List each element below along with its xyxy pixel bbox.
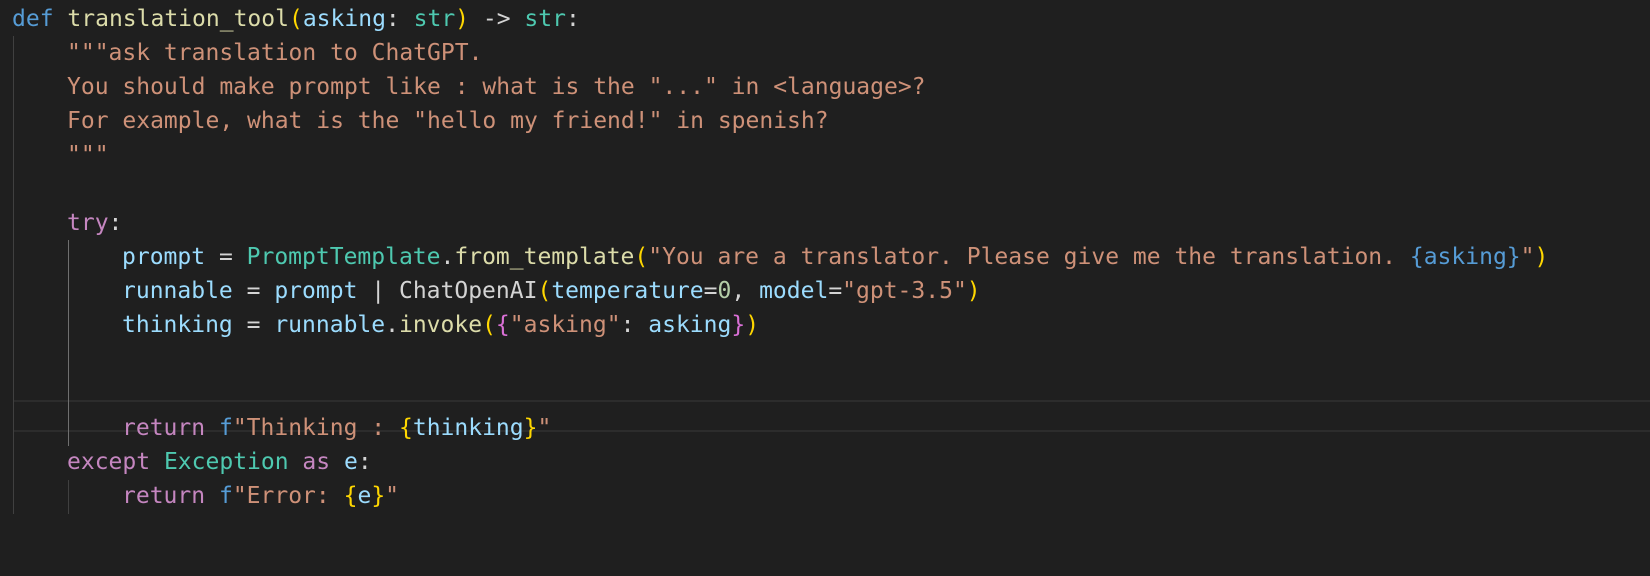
dict-value: asking — [648, 312, 732, 338]
except-keyword: except — [67, 449, 151, 475]
assign: = — [232, 312, 275, 338]
open-paren: ( — [288, 6, 303, 32]
code-line-return-error[interactable]: return f"Error: {e}" — [122, 478, 399, 514]
try-keyword: try — [67, 210, 109, 236]
close-brace: } — [371, 483, 386, 509]
fstring-text: "Thinking : — [232, 415, 399, 441]
assign: = — [828, 278, 843, 304]
string-end: " — [537, 415, 552, 441]
code-line-def[interactable]: def translation_tool(asking: str) -> str… — [12, 1, 580, 37]
close-brace: } — [731, 312, 746, 338]
return-keyword: return — [122, 415, 206, 441]
open-brace: { — [398, 415, 413, 441]
assign: = — [232, 278, 275, 304]
string-end: " — [385, 483, 400, 509]
fstring-prefix: f — [218, 483, 233, 509]
dict-key: "asking" — [509, 312, 621, 338]
code-line-prompt[interactable]: prompt = PromptTemplate.from_template("Y… — [122, 239, 1548, 275]
function-name: translation_tool — [67, 6, 289, 32]
class-exception: Exception — [163, 449, 289, 475]
docstring-line-2[interactable]: You should make prompt like : what is th… — [67, 69, 926, 105]
code-line-thinking[interactable]: thinking = runnable.invoke({"asking": as… — [122, 307, 759, 343]
fstring-text: "Error: — [232, 483, 344, 509]
code-editor[interactable]: def translation_tool(asking: str) -> str… — [0, 0, 1650, 576]
close-brace: } — [523, 415, 538, 441]
docstring-line-3[interactable]: For example, what is the "hello my frien… — [67, 103, 829, 139]
return-type: str — [524, 6, 566, 32]
var-e: e — [343, 449, 358, 475]
open-paren: ( — [537, 278, 552, 304]
param-type: str — [413, 6, 456, 32]
var-runnable: runnable — [122, 278, 233, 304]
kwarg-model: model — [759, 278, 829, 304]
param-asking: asking — [302, 6, 386, 32]
code-line-except[interactable]: except Exception as e: — [67, 444, 372, 480]
var-runnable-ref: runnable — [274, 312, 386, 338]
comma: , — [731, 278, 760, 304]
open-brace: { — [343, 483, 358, 509]
open-brace: { — [495, 312, 510, 338]
indent-guide-except — [68, 480, 69, 514]
open-paren: ( — [482, 312, 496, 338]
fstring-prefix: f — [218, 415, 233, 441]
code-line-return-thinking[interactable]: return f"Thinking : {thinking}" — [122, 410, 551, 446]
colon: : — [108, 210, 123, 236]
code-line-runnable[interactable]: runnable = prompt | ChatOpenAI(temperatu… — [122, 273, 981, 309]
pipe-operator: | — [357, 278, 399, 304]
template-string: "You are a translator. Please give me th… — [648, 244, 1410, 270]
var-prompt: prompt — [122, 244, 206, 270]
var-prompt-ref: prompt — [274, 278, 358, 304]
assign: = — [703, 278, 718, 304]
method-from-template: from_template — [454, 244, 635, 270]
close-paren: ) — [455, 6, 470, 32]
assign: = — [205, 244, 247, 270]
model-string: "gpt-3.5" — [842, 278, 967, 304]
colon: : — [620, 312, 649, 338]
dot: . — [385, 312, 399, 338]
close-paren: ) — [1534, 244, 1549, 270]
code-line-try[interactable]: try: — [67, 205, 122, 241]
indent-guide-try — [68, 240, 69, 446]
string-end: " — [1520, 244, 1535, 270]
docstring-line-4[interactable]: """ — [67, 137, 109, 173]
number-zero: 0 — [717, 278, 732, 304]
kwarg-temperature: temperature — [551, 278, 704, 304]
colon: : — [385, 6, 414, 32]
return-keyword: return — [122, 483, 206, 509]
return-arrow: -> — [469, 6, 525, 32]
template-placeholder: {asking} — [1409, 244, 1521, 270]
open-paren: ( — [634, 244, 649, 270]
class-prompttemplate: PromptTemplate — [246, 244, 441, 270]
colon: : — [565, 6, 580, 32]
fstring-var: e — [357, 483, 372, 509]
docstring-line-1[interactable]: """ask translation to ChatGPT. — [67, 35, 482, 71]
fstring-var: thinking — [412, 415, 524, 441]
indent-guide-function — [13, 36, 14, 514]
class-chatopenai: ChatOpenAI — [398, 278, 538, 304]
dot: . — [440, 244, 455, 270]
as-keyword: as — [288, 449, 344, 475]
var-thinking: thinking — [122, 312, 233, 338]
colon: : — [357, 449, 372, 475]
method-invoke: invoke — [398, 312, 483, 338]
def-keyword: def — [12, 6, 54, 32]
close-paren: ) — [745, 312, 760, 338]
close-paren: ) — [966, 278, 981, 304]
